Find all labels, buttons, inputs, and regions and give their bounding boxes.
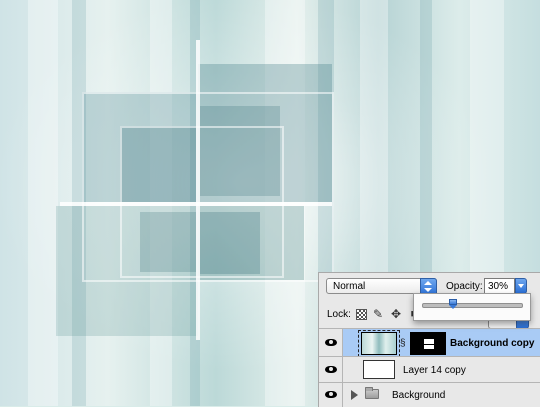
visibility-toggle[interactable] [319, 357, 343, 382]
eye-icon[interactable] [325, 391, 337, 398]
disclosure-triangle-icon[interactable] [351, 390, 358, 400]
visibility-toggle[interactable] [319, 329, 343, 356]
layer-row-background-copy[interactable]: § Background copy [319, 328, 540, 357]
blend-mode-value: Normal [333, 281, 366, 292]
dropdown-arrow-icon[interactable] [515, 278, 527, 294]
folder-icon [365, 387, 379, 399]
light-streak [28, 0, 58, 406]
cross-bar [196, 40, 200, 340]
layer-name: Background [392, 390, 446, 401]
layer-thumbnail[interactable] [361, 332, 397, 355]
layer-name: Layer 14 copy [403, 365, 466, 376]
move-icon[interactable]: ✥ [390, 308, 402, 320]
opacity-label: Opacity: [446, 281, 483, 292]
opacity-slider-popup [413, 293, 531, 321]
layer-row-layer-14-copy[interactable]: Layer 14 copy [319, 356, 540, 382]
eye-icon[interactable] [325, 339, 337, 346]
lock-transparent-pixels-icon[interactable] [356, 309, 367, 320]
layer-row-background[interactable]: Background [319, 382, 540, 407]
visibility-toggle[interactable] [319, 383, 343, 407]
layer-mask-thumbnail[interactable] [410, 332, 446, 355]
eye-icon[interactable] [325, 366, 337, 373]
blend-mode-select[interactable]: Normal [326, 278, 437, 296]
layer-thumbnail[interactable] [363, 360, 395, 379]
lock-label: Lock: [327, 309, 351, 320]
opacity-slider-track[interactable] [422, 299, 523, 309]
opacity-slider-thumb[interactable] [448, 299, 457, 309]
layer-name: Background copy [450, 338, 535, 349]
chain-icon[interactable]: § [400, 338, 406, 349]
brush-icon[interactable]: ✎ [372, 308, 384, 320]
opacity-input[interactable]: 30% [484, 278, 515, 294]
